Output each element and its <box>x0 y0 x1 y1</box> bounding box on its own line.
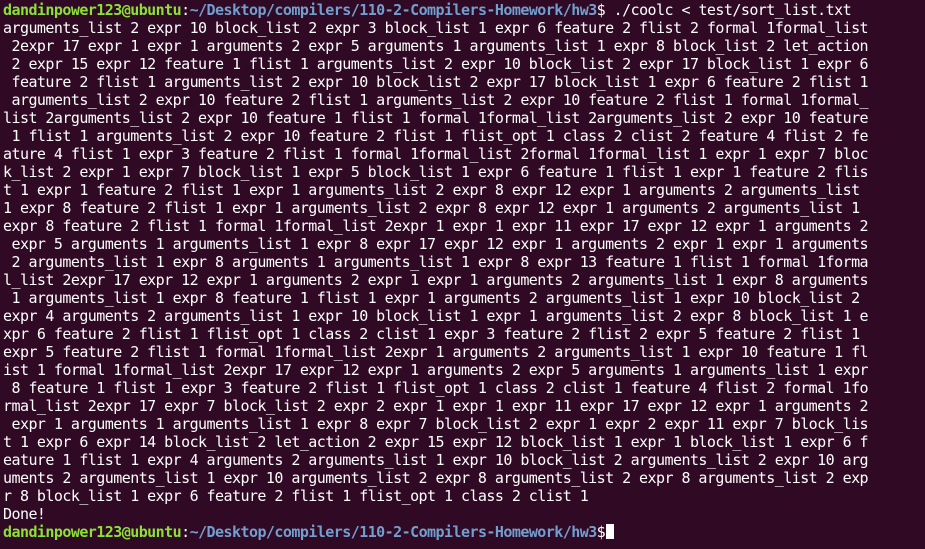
output-line: expr 4 arguments 2 arguments_list 1 expr… <box>3 307 869 325</box>
output-line: Done! <box>3 505 46 523</box>
prompt-separator: : <box>181 1 190 19</box>
output-line: 1 arguments_list 1 expr 8 feature 1 flis… <box>3 289 860 307</box>
output-line: eature 1 flist 1 expr 4 arguments 2 argu… <box>3 451 869 469</box>
output-line: k_list 2 expr 1 expr 7 block_list 1 expr… <box>3 163 869 181</box>
prompt-user-host: dandinpower123@ubuntu <box>3 523 182 541</box>
output-line: l_list 2expr 17 expr 12 expr 1 arguments… <box>3 271 869 289</box>
output-line: 1 flist 1 arguments_list 2 expr 10 featu… <box>3 127 869 145</box>
output-line: arguments_list 2 expr 10 block_list 2 ex… <box>3 19 869 37</box>
command-output: arguments_list 2 expr 10 block_list 2 ex… <box>3 19 925 523</box>
output-line: expr 8 feature 2 flist 1 formal 1formal_… <box>3 217 869 235</box>
output-line: expr 5 arguments 1 arguments_list 1 expr… <box>3 235 869 253</box>
output-line: list 2arguments_list 2 expr 10 feature 1… <box>3 109 869 127</box>
command-text: ./coolc < test/sort_list.txt <box>605 1 852 19</box>
output-line: r 8 block_list 1 expr 6 feature 2 flist … <box>3 487 589 505</box>
prompt-path: ~/Desktop/compilers/110-2-Compilers-Home… <box>189 523 598 541</box>
output-line: 1 expr 8 feature 2 flist 1 expr 1 argume… <box>3 199 860 217</box>
output-line: t 1 expr 1 feature 2 flist 1 expr 1 argu… <box>3 181 860 199</box>
output-line: 8 feature 1 flist 1 expr 3 feature 2 fli… <box>3 379 869 397</box>
output-line: uments 2 arguments_list 1 expr 10 argume… <box>3 469 869 487</box>
output-line: expr 1 arguments 1 arguments_list 1 expr… <box>3 415 869 433</box>
output-line: arguments_list 2 expr 10 feature 2 flist… <box>3 91 869 109</box>
output-line: feature 2 flist 1 arguments_list 2 expr … <box>3 73 869 91</box>
terminal-window[interactable]: dandinpower123@ubuntu:~/Desktop/compiler… <box>0 0 925 549</box>
active-prompt-line[interactable]: dandinpower123@ubuntu:~/Desktop/compiler… <box>3 523 925 541</box>
prompt-path: ~/Desktop/compilers/110-2-Compilers-Home… <box>189 1 598 19</box>
output-line: ature 4 flist 1 expr 3 feature 2 flist 1… <box>3 145 869 163</box>
output-line: 2 arguments_list 1 expr 8 arguments 1 ar… <box>3 253 869 271</box>
prompt-separator: : <box>181 523 190 541</box>
prompt-user-host: dandinpower123@ubuntu <box>3 1 182 19</box>
output-line: 2expr 17 expr 1 expr 1 arguments 2 expr … <box>3 37 869 55</box>
output-line: ist 1 formal 1formal_list 2expr 17 expr … <box>3 361 869 379</box>
output-line: 2 expr 15 expr 12 feature 1 flist 1 argu… <box>3 55 869 73</box>
text-cursor <box>606 524 615 539</box>
output-line: expr 5 feature 2 flist 1 formal 1formal_… <box>3 343 869 361</box>
prompt-symbol: $ <box>596 1 606 19</box>
output-line: rmal_list 2expr 17 expr 7 block_list 2 e… <box>3 397 869 415</box>
output-line: xpr 6 feature 2 flist 1 flist_opt 1 clas… <box>3 325 860 343</box>
prompt-line: dandinpower123@ubuntu:~/Desktop/compiler… <box>3 1 925 19</box>
prompt-symbol: $ <box>596 523 606 541</box>
output-line: t 1 expr 6 expr 14 block_list 2 let_acti… <box>3 433 869 451</box>
